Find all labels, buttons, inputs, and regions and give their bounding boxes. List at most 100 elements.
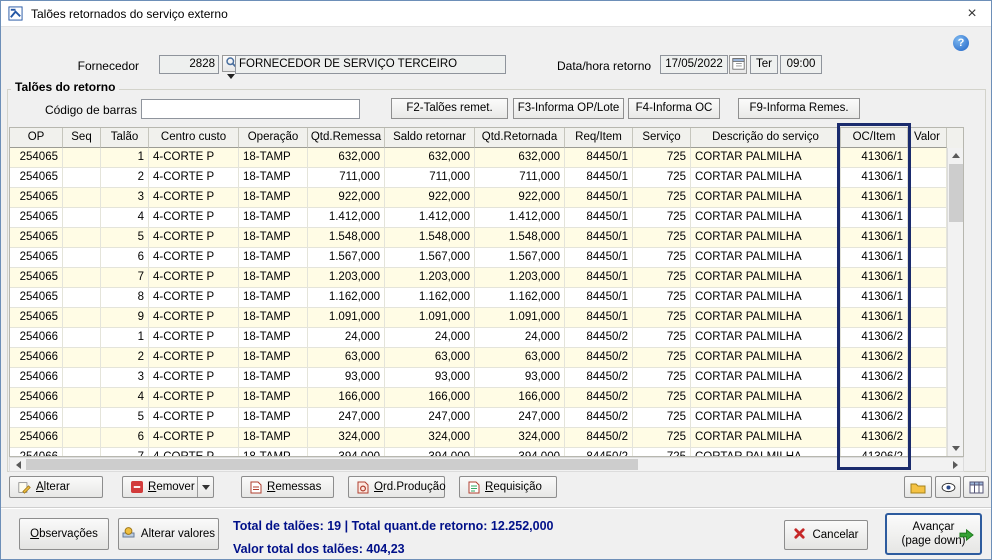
table-row[interactable]: 25406634-CORTE P18-TAMP93,00093,00093,00… <box>10 368 947 388</box>
column-header-tal-o[interactable]: Talão <box>101 128 149 148</box>
cell <box>63 308 101 328</box>
avancar-button[interactable]: Avançar (page down) <box>885 513 982 555</box>
barcode-label: Código de barras <box>29 102 137 118</box>
remessas-button[interactable]: Remessas <box>241 476 334 498</box>
table-row[interactable]: 25406654-CORTE P18-TAMP247,000247,000247… <box>10 408 947 428</box>
table-row[interactable]: 25406594-CORTE P18-TAMP1.091,0001.091,00… <box>10 308 947 328</box>
ord-producao-button[interactable]: Ord.Produção <box>348 476 445 498</box>
return-time-field[interactable]: 09:00 <box>780 55 822 74</box>
table-row[interactable]: 25406514-CORTE P18-TAMP632,000632,000632… <box>10 148 947 168</box>
table-row[interactable]: 25406554-CORTE P18-TAMP1.548,0001.548,00… <box>10 228 947 248</box>
column-header-valor[interactable]: Valor <box>908 128 947 148</box>
column-header-opera-o[interactable]: Operação <box>239 128 308 148</box>
cell: 84450/2 <box>565 348 633 368</box>
column-header-req-item[interactable]: Req/Item <box>565 128 633 148</box>
horizontal-scroll-thumb[interactable] <box>26 459 638 470</box>
calendar-button[interactable] <box>729 55 747 74</box>
cell: 24,000 <box>308 328 385 348</box>
table-row[interactable]: 25406544-CORTE P18-TAMP1.412,0001.412,00… <box>10 208 947 228</box>
scroll-down-button[interactable] <box>948 441 964 456</box>
column-header-oc-item[interactable]: OC/Item <box>841 128 908 148</box>
table-row[interactable]: 25406664-CORTE P18-TAMP324,000324,000324… <box>10 428 947 448</box>
table-row[interactable]: 25406584-CORTE P18-TAMP1.162,0001.162,00… <box>10 288 947 308</box>
column-header-seq[interactable]: Seq <box>63 128 101 148</box>
table-row[interactable]: 25406534-CORTE P18-TAMP922,000922,000922… <box>10 188 947 208</box>
cell: 632,000 <box>475 148 565 168</box>
scroll-up-button[interactable] <box>948 148 964 163</box>
supplier-code-field[interactable]: 2828 <box>159 55 219 74</box>
grid-body: 25406514-CORTE P18-TAMP632,000632,000632… <box>10 148 947 456</box>
cell: 41306/2 <box>841 448 908 456</box>
horizontal-scrollbar[interactable] <box>9 457 964 472</box>
cell: 84450/2 <box>565 368 633 388</box>
cell: 84450/1 <box>565 268 633 288</box>
cell: 63,000 <box>385 348 475 368</box>
table-row[interactable]: 25406564-CORTE P18-TAMP1.567,0001.567,00… <box>10 248 947 268</box>
remover-dropdown-icon[interactable] <box>197 477 213 497</box>
alterar-valores-button[interactable]: Alterar valores <box>118 518 219 550</box>
supplier-name-field[interactable]: FORNECEDOR DE SERVIÇO TERCEIRO <box>235 55 506 74</box>
cell: 922,000 <box>385 188 475 208</box>
table-row[interactable]: 25406614-CORTE P18-TAMP24,00024,00024,00… <box>10 328 947 348</box>
cell: 63,000 <box>308 348 385 368</box>
return-date-field[interactable]: 17/05/2022 <box>660 55 728 74</box>
cell: 725 <box>633 248 691 268</box>
cell: 84450/1 <box>565 228 633 248</box>
scroll-right-button[interactable] <box>947 458 963 471</box>
export-folder-button[interactable] <box>904 476 932 498</box>
f3-informa-op-lote-button[interactable]: F3-Informa OP/Lote <box>513 98 624 119</box>
requisicao-button[interactable]: Requisição <box>459 476 557 498</box>
grid-config-button[interactable] <box>963 476 989 498</box>
cell <box>63 368 101 388</box>
scroll-left-button[interactable] <box>10 458 26 471</box>
totals-line1: Total de talões: 19 | Total quant.de ret… <box>233 519 553 533</box>
column-header-servi-o[interactable]: Serviço <box>633 128 691 148</box>
window-title: Talões retornados do serviço externo <box>31 7 228 21</box>
table-row[interactable]: 25406524-CORTE P18-TAMP711,000711,000711… <box>10 168 947 188</box>
cell: 84450/2 <box>565 408 633 428</box>
column-header-saldo-retornar[interactable]: Saldo retornar <box>385 128 475 148</box>
cell: 18-TAMP <box>239 148 308 168</box>
column-header-qtd-remessa[interactable]: Qtd.Remessa <box>308 128 385 148</box>
cell <box>908 308 947 328</box>
cell: 1.203,000 <box>385 268 475 288</box>
observacoes-button[interactable]: Observações <box>19 518 109 550</box>
cell: 166,000 <box>475 388 565 408</box>
cancelar-button[interactable]: Cancelar <box>784 520 868 550</box>
table-row[interactable]: 25406574-CORTE P18-TAMP1.203,0001.203,00… <box>10 268 947 288</box>
help-icon[interactable]: ? <box>953 35 969 51</box>
barcode-input[interactable] <box>141 99 360 119</box>
column-header-centro-custo[interactable]: Centro custo <box>149 128 239 148</box>
cell: 18-TAMP <box>239 188 308 208</box>
cell: 7 <box>101 448 149 456</box>
remover-button[interactable]: Remover <box>122 476 214 498</box>
cell: 632,000 <box>308 148 385 168</box>
cell: 18-TAMP <box>239 428 308 448</box>
supplier-dropdown-icon[interactable] <box>227 74 235 79</box>
vertical-scroll-thumb[interactable] <box>949 164 963 222</box>
table-row[interactable]: 25406644-CORTE P18-TAMP166,000166,000166… <box>10 388 947 408</box>
table-row[interactable]: 25406624-CORTE P18-TAMP63,00063,00063,00… <box>10 348 947 368</box>
close-icon[interactable]: × <box>953 1 991 26</box>
columns-icon <box>969 481 984 494</box>
cell: 394,000 <box>308 448 385 456</box>
table-row[interactable]: 25406674-CORTE P18-TAMP394,000394,000394… <box>10 448 947 456</box>
cell <box>63 428 101 448</box>
f4-informa-oc-button[interactable]: F4-Informa OC <box>628 98 720 119</box>
cell: 1.548,000 <box>385 228 475 248</box>
arrow-left-icon <box>16 461 21 469</box>
f2-taloes-remet-button[interactable]: F2-Talões remet. <box>391 98 508 119</box>
supplier-label: Fornecedor <box>59 58 139 74</box>
cell: 93,000 <box>385 368 475 388</box>
column-header-qtd-retornada[interactable]: Qtd.Retornada <box>475 128 565 148</box>
cell: 254065 <box>10 288 63 308</box>
alterar-button[interactable]: Alterar <box>9 476 103 498</box>
preview-button[interactable] <box>935 476 961 498</box>
vertical-scrollbar[interactable] <box>947 148 963 456</box>
f9-informa-remes-button[interactable]: F9-Informa Remes. <box>738 98 860 119</box>
column-header-descri-o-do-servi-o[interactable]: Descrição do serviço <box>691 128 841 148</box>
cell: 725 <box>633 448 691 456</box>
cell: 84450/1 <box>565 208 633 228</box>
column-header-op[interactable]: OP <box>10 128 63 148</box>
eye-icon <box>941 482 956 493</box>
